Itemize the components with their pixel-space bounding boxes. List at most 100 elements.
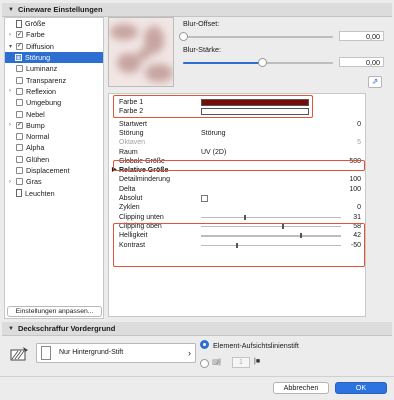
sidebar-item[interactable]: Nebel [5,108,103,119]
property-row[interactable]: Startwert 0 [109,120,365,129]
pen-number-input[interactable]: 1 [232,357,250,368]
enable-checkbox[interactable]: ✓ [16,121,23,129]
enable-checkbox[interactable] [16,110,23,118]
property-row[interactable]: Clipping unten 31 [109,213,365,222]
chevron-icon[interactable]: › [9,88,16,94]
enable-checkbox[interactable]: ✓ [16,31,23,39]
sidebar-item-label: Störung [25,53,51,63]
blur-offset-slider[interactable] [178,32,333,41]
sidebar-item[interactable]: Normal [5,131,103,142]
collapse-triangle-icon[interactable]: ▼ [8,326,14,332]
radio-element-pen[interactable] [200,340,209,349]
sidebar-item-label: Nebel [26,109,45,119]
sidebar-item[interactable]: Glühen [5,154,103,165]
property-label: Absolut [119,195,143,202]
enable-checkbox[interactable] [16,178,23,186]
radio-custom-pen[interactable] [200,359,209,368]
property-row[interactable]: Delta 100 [109,185,365,194]
export-icon: ⇗ [371,77,379,86]
deckschraffur-section-header[interactable]: ▼ Deckschraffur Vordergrund [2,322,392,336]
property-row[interactable]: Absolut [109,194,365,203]
sidebar-item-label: Farbe [26,30,45,40]
property-number[interactable]: 100 [349,175,361,184]
enable-checkbox[interactable] [16,65,23,73]
ok-button[interactable]: OK [335,382,387,394]
blur-strength-slider[interactable] [183,58,333,67]
chevron-right-icon: › [188,348,191,358]
sidebar-item[interactable]: Transparenz [5,74,103,85]
sidebar-item[interactable]: › Gras [5,176,103,187]
sidebar-item-label: Glühen [26,154,50,164]
sidebar-item[interactable]: Alpha [5,142,103,153]
enable-checkbox[interactable] [16,87,23,95]
document-icon [16,189,22,198]
enable-checkbox[interactable] [16,167,23,174]
sidebar-item[interactable]: Umgebung [5,97,103,108]
pen-color-swatch-icon[interactable]: |■ [254,358,260,365]
cancel-button[interactable]: Abbrechen [273,382,329,394]
sidebar-item[interactable]: ▦ Störung [5,51,103,64]
sidebar-item[interactable]: Größe [5,18,103,29]
pen-label: Nur Hintergrund-Stift [59,349,124,356]
chevron-icon[interactable]: › [9,32,16,38]
channel-list: Größe › ✓ Farbe ▾ ✓ Diffusion ▦ Störung Luminanz T… [4,17,104,319]
radio-element-pen-label: Element-Aufsichtslinienstift [213,341,299,350]
property-row[interactable]: Störung Störung [109,129,365,138]
blur-strength-input[interactable]: 0,00 [339,57,384,67]
sidebar-item-label: Normal [26,132,50,142]
adjust-settings-button[interactable]: Einstellungen anpassen... [7,306,102,317]
property-number[interactable]: 0 [357,120,361,129]
hatch-pen-icon: ▨⁄∦ [212,359,221,366]
property-row[interactable]: Detailminderung 100 [109,175,365,184]
cineware-section-header[interactable]: ▼ Cineware Einstellungen [2,3,392,17]
collapse-triangle-icon[interactable]: ▼ [8,7,14,13]
sidebar-item[interactable]: ▾ ✓ Diffusion [5,41,103,52]
fill-pen-icon [10,346,30,362]
sidebar-item-label: Diffusion [26,41,54,51]
enable-checkbox[interactable]: ✓ [16,42,23,50]
blur-strength-fill [183,62,263,64]
sidebar-item[interactable]: Displacement [5,165,103,176]
property-row[interactable]: Raum UV (2D) [109,148,365,157]
chevron-icon[interactable]: › [9,122,16,128]
property-checkbox[interactable] [201,195,208,202]
document-icon [16,19,22,28]
blur-offset-knob[interactable] [178,32,188,41]
sidebar-item-label: Reflexion [26,86,56,96]
chevron-icon[interactable]: › [9,179,16,185]
property-value[interactable]: Störung [201,129,226,138]
property-row[interactable]: Oktaven 5 [109,138,365,147]
property-slider[interactable] [201,214,341,220]
sidebar-item[interactable]: › ✓ Farbe [5,29,103,40]
sidebar-item-label: Alpha [26,143,45,153]
enable-checkbox[interactable] [16,99,23,107]
sidebar-item-label: Displacement [26,166,70,175]
property-label: Clipping unten [119,213,164,221]
property-row[interactable]: Zyklen 0 [109,203,365,212]
property-value[interactable]: UV (2D) [201,148,226,157]
sidebar-item[interactable]: Leuchten [5,187,103,198]
property-number[interactable]: 0 [357,203,361,212]
sidebar-item[interactable]: › Reflexion [5,86,103,97]
blur-offset-input[interactable]: 0,00 [339,31,384,41]
enable-checkbox[interactable] [16,76,23,84]
enable-checkbox[interactable] [16,155,23,163]
enable-checkbox[interactable] [16,133,23,141]
pen-panel: Nur Hintergrund-Stift › Element-Aufsicht… [4,337,390,373]
preview-settings-button[interactable]: ⇗ [368,76,382,88]
property-slider-marker[interactable] [244,214,246,220]
blur-strength-knob[interactable] [257,58,267,67]
sidebar-item[interactable]: › ✓ Bump [5,120,103,131]
property-number[interactable]: 100 [349,185,361,194]
enable-checkbox[interactable] [16,144,23,152]
highlight-clipping [113,223,365,267]
pen-selector[interactable]: Nur Hintergrund-Stift › [36,343,196,363]
highlight-global-size [113,160,365,171]
chevron-icon[interactable]: ▾ [9,43,16,50]
sidebar-item[interactable]: Luminanz [5,63,103,74]
property-number[interactable]: 5 [357,138,361,147]
property-label: Detailminderung [119,176,170,184]
property-number[interactable]: 31 [353,213,361,222]
blur-strength-label: Blur-Stärke: [183,45,221,54]
sidebar-item-label: Transparenz [26,75,67,85]
